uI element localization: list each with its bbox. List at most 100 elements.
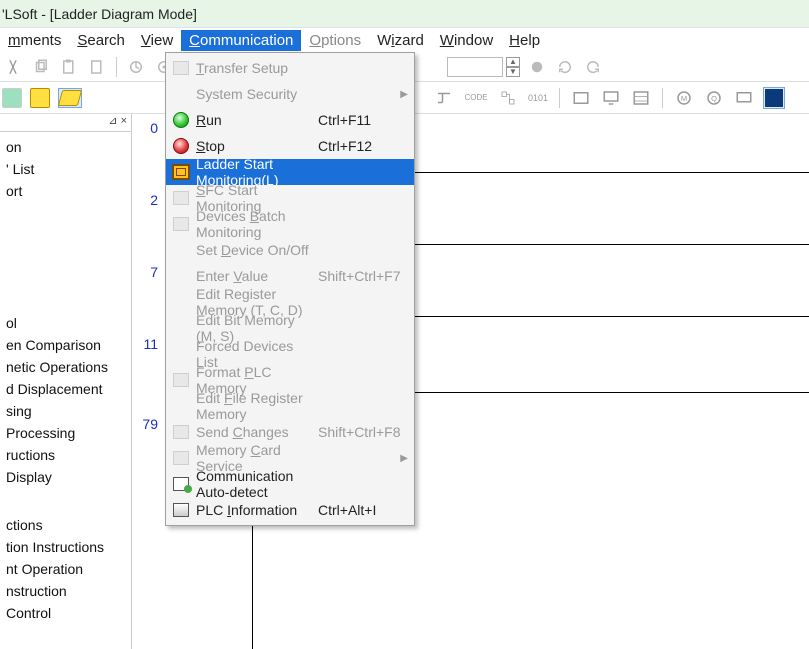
sidebar-header[interactable]: ⊿ × <box>0 114 131 132</box>
menu-window[interactable]: Window <box>432 30 501 51</box>
menu-item-communication-auto-detect[interactable]: Communication Auto-detect <box>166 471 414 497</box>
run-icon <box>173 112 189 128</box>
sidebar-item[interactable]: sing <box>6 400 131 422</box>
menu-help[interactable]: Help <box>501 30 548 51</box>
line-gutter: 0 2 7 11 79 <box>132 114 162 649</box>
line-number: 7 <box>150 264 158 280</box>
menu-item-shortcut: Shift+Ctrl+F7 <box>318 268 408 284</box>
menu-item-label: Edit File Register Memory <box>196 390 318 422</box>
tool-a-icon[interactable] <box>2 88 22 108</box>
branch2-icon[interactable] <box>497 87 519 109</box>
sidebar-item[interactable]: ' List <box>6 158 131 180</box>
menu-item-run[interactable]: RunCtrl+F11 <box>166 107 414 133</box>
sidebar: ⊿ × on' Listort olen Comparisonnetic Ope… <box>0 114 132 649</box>
sidebar-item[interactable]: ol <box>6 312 131 334</box>
sidebar-item[interactable]: ctions <box>6 514 131 536</box>
q-circle-icon[interactable]: Q <box>703 87 725 109</box>
window-icon[interactable] <box>570 87 592 109</box>
menu-bar: mmmentsments Search View Communication O… <box>0 28 809 52</box>
menu-item-label: PLC Information <box>196 502 318 518</box>
combo-box[interactable] <box>447 57 503 77</box>
redo-icon[interactable] <box>582 56 604 78</box>
monitor2-icon[interactable] <box>733 87 755 109</box>
menu-item-label: Transfer Setup <box>196 60 318 76</box>
menu-item-label: Enter Value <box>196 268 318 284</box>
grayd-icon <box>173 425 189 439</box>
grayd-icon <box>173 61 189 75</box>
menu-item-label: Run <box>196 112 318 128</box>
menu-item-label: System Security <box>196 86 318 102</box>
menu-item-label: Stop <box>196 138 318 154</box>
refresh-icon[interactable] <box>554 56 576 78</box>
sidebar-item[interactable]: d Displacement <box>6 378 131 400</box>
sidebar-item[interactable]: nstruction <box>6 580 131 602</box>
compile-icon[interactable] <box>125 56 147 78</box>
title-bar: 'LSoft - [Ladder Diagram Mode] <box>0 0 809 28</box>
menu-options[interactable]: Options <box>301 30 369 51</box>
copy-icon[interactable] <box>30 56 52 78</box>
cut-icon[interactable] <box>2 56 24 78</box>
menu-item-system-security: System Security <box>166 81 414 107</box>
menu-item-label: Devices Batch Monitoring <box>196 208 318 240</box>
menu-item-shortcut: Shift+Ctrl+F8 <box>318 424 408 440</box>
menu-comments[interactable]: mmmentsments <box>0 30 69 51</box>
menu-item-plc-information[interactable]: PLC InformationCtrl+Alt+I <box>166 497 414 523</box>
svg-text:Q: Q <box>711 94 717 103</box>
sidebar-item[interactable]: en Comparison <box>6 334 131 356</box>
menu-item-shortcut: Ctrl+Alt+I <box>318 502 408 518</box>
lad-icon <box>172 164 190 180</box>
separator-icon <box>559 88 560 108</box>
plc-icon <box>173 503 189 517</box>
grayd-icon <box>173 217 189 231</box>
line-number: 2 <box>150 192 158 208</box>
menu-item-label: Send Changes <box>196 424 318 440</box>
paste-icon[interactable] <box>58 56 80 78</box>
menu-wizard[interactable]: Wizard <box>369 30 432 51</box>
menu-item-label: Communication Auto-detect <box>196 468 318 500</box>
stop-icon <box>173 138 189 154</box>
screen-icon[interactable] <box>600 87 622 109</box>
title-text: 'LSoft - [Ladder Diagram Mode] <box>2 6 197 22</box>
table-icon[interactable] <box>630 87 652 109</box>
tool-highlight-active[interactable] <box>58 88 82 108</box>
tool-current-active[interactable] <box>763 87 785 109</box>
grayd-icon <box>173 191 189 205</box>
grayd-icon <box>173 373 189 387</box>
sidebar-item[interactable]: Display <box>6 466 131 488</box>
menu-item-devices-batch-monitoring: Devices Batch Monitoring <box>166 211 414 237</box>
code-icon[interactable]: CODE <box>463 87 489 109</box>
separator-icon <box>662 88 663 108</box>
auto-icon <box>173 477 189 491</box>
bits-icon[interactable]: 0101 <box>527 87 549 109</box>
sidebar-item[interactable]: netic Operations <box>6 356 131 378</box>
menu-item-set-device-on-off: Set Device On/Off <box>166 237 414 263</box>
menu-item-shortcut: Ctrl+F12 <box>318 138 408 154</box>
grayd-icon <box>173 451 189 465</box>
menu-search[interactable]: Search <box>69 30 133 51</box>
sidebar-item[interactable]: tion Instructions <box>6 536 131 558</box>
sidebar-item[interactable]: on <box>6 136 131 158</box>
separator-icon <box>116 57 117 77</box>
sidebar-item[interactable]: ort <box>6 180 131 202</box>
menu-item-edit-file-register-memory: Edit File Register Memory <box>166 393 414 419</box>
line-number: 0 <box>150 120 158 136</box>
paste2-icon[interactable] <box>86 56 108 78</box>
svg-text:M: M <box>681 94 687 103</box>
branch1-icon[interactable] <box>433 87 455 109</box>
spinner[interactable]: ▲▼ <box>506 57 520 77</box>
line-number: 79 <box>142 416 158 432</box>
sidebar-item[interactable]: Control <box>6 602 131 624</box>
sidebar-list: on' Listort olen Comparisonnetic Operati… <box>0 132 131 624</box>
sidebar-item[interactable]: Processing <box>6 422 131 444</box>
sidebar-item[interactable]: ructions <box>6 444 131 466</box>
menu-communication[interactable]: Communication <box>181 30 301 51</box>
menu-item-transfer-setup: Transfer Setup <box>166 55 414 81</box>
communication-dropdown: Transfer Setup System Security RunCtrl+F11… <box>165 52 415 526</box>
menu-view[interactable]: View <box>133 30 181 51</box>
menu-item-shortcut: Ctrl+F11 <box>318 112 408 128</box>
record-icon[interactable] <box>526 56 548 78</box>
tool-b-icon[interactable] <box>30 88 50 108</box>
menu-item-label: Set Device On/Off <box>196 242 318 258</box>
m-circle-icon[interactable]: M <box>673 87 695 109</box>
sidebar-item[interactable]: nt Operation <box>6 558 131 580</box>
